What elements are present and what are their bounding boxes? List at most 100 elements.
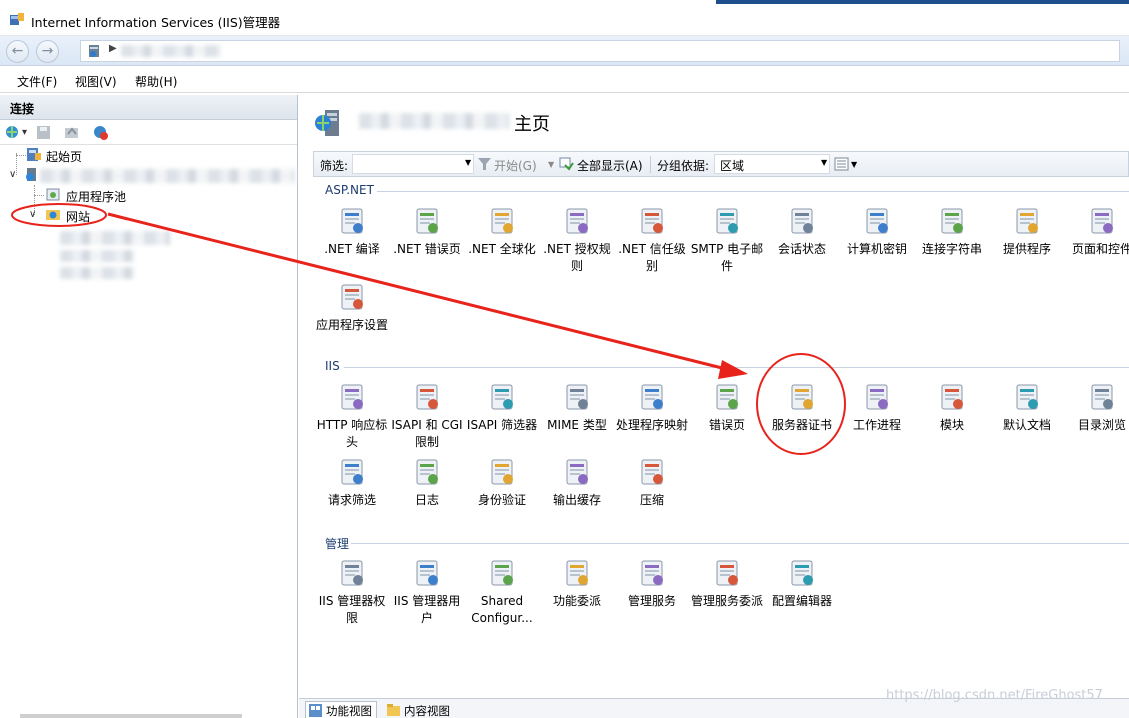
tree-app-pools[interactable]: 应用程序池: [66, 188, 126, 205]
tree-sites[interactable]: 网站: [66, 208, 90, 225]
go-dropdown-icon[interactable]: ▼: [548, 160, 554, 169]
feature-item[interactable]: 模块: [914, 381, 990, 434]
address-chevron-icon[interactable]: ▶: [109, 43, 117, 54]
left-horizontal-scrollbar[interactable]: [20, 714, 242, 718]
group-header[interactable]: 管理: [325, 535, 349, 552]
funnel-icon: [478, 158, 491, 170]
show-all-button[interactable]: 全部显示(A): [577, 157, 643, 174]
show-all-icon: [559, 157, 574, 171]
features-view-icon: [309, 704, 322, 717]
feature-item[interactable]: 功能委派: [539, 557, 615, 610]
feature-item[interactable]: MIME 类型: [539, 381, 615, 434]
group-header[interactable]: IIS: [325, 359, 340, 373]
menu-view[interactable]: 视图(V): [75, 73, 117, 90]
server-name-redacted: [40, 169, 295, 183]
site-name-redacted: [60, 231, 170, 245]
view-mode-icon[interactable]: [834, 157, 849, 171]
feature-item[interactable]: .NET 错误页: [389, 205, 465, 258]
navigation-bar: ← → ▶: [0, 36, 1129, 66]
feature-label: MIME 类型: [547, 418, 607, 432]
back-button[interactable]: ←: [6, 40, 29, 63]
feature-label: .NET 信任级别: [618, 242, 686, 273]
feature-item[interactable]: 压缩: [614, 456, 690, 509]
feature-item[interactable]: 服务器证书: [764, 381, 840, 434]
feature-item[interactable]: 目录浏览: [1064, 381, 1129, 434]
feature-item[interactable]: 应用程序设置: [314, 281, 390, 334]
menu-bar: 文件(F) 视图(V) 帮助(H): [0, 66, 1129, 93]
address-redacted: [121, 45, 221, 57]
go-button[interactable]: 开始(G): [494, 157, 537, 174]
feature-item[interactable]: ISAPI 筛选器: [464, 381, 540, 434]
feature-item[interactable]: .NET 全球化: [464, 205, 540, 258]
server-expander-icon[interactable]: ∨: [9, 169, 16, 180]
server-icon: [26, 168, 36, 181]
forward-button[interactable]: →: [36, 40, 59, 63]
sites-expander-icon[interactable]: ∨: [29, 209, 36, 220]
connect-globe-icon[interactable]: [5, 125, 20, 140]
address-bar[interactable]: ▶: [80, 40, 1120, 62]
feature-item[interactable]: 处理程序映射: [614, 381, 690, 434]
tab-features-view[interactable]: 功能视图: [305, 701, 377, 718]
feature-item[interactable]: ISAPI 和 CGI 限制: [389, 381, 465, 451]
feature-label: 会话状态: [777, 242, 826, 256]
feature-item[interactable]: .NET 授权规则: [539, 205, 615, 275]
feature-item[interactable]: SMTP 电子邮件: [689, 205, 765, 275]
feature-item[interactable]: 身份验证: [464, 456, 540, 509]
group-by-select[interactable]: 区域 ▼: [714, 154, 830, 174]
content-view-icon: [387, 704, 400, 716]
feature-item[interactable]: 请求筛选: [314, 456, 390, 509]
connect-dropdown-icon[interactable]: ▾: [22, 127, 27, 138]
worker-processes-icon: [866, 384, 888, 410]
feature-item[interactable]: 配置编辑器: [764, 557, 840, 610]
feature-item[interactable]: 工作进程: [839, 381, 915, 434]
view-mode-dropdown-icon[interactable]: ▼: [851, 160, 857, 169]
feature-item[interactable]: 默认文档: [989, 381, 1065, 434]
app-settings-icon: [341, 284, 363, 310]
feature-item[interactable]: IIS 管理器用户: [389, 557, 465, 627]
net-error-pages-icon: [416, 208, 438, 234]
main-header: 主页: [299, 95, 1129, 147]
feature-item[interactable]: 会话状态: [764, 205, 840, 258]
feature-item[interactable]: 提供程序: [989, 205, 1065, 258]
menu-help[interactable]: 帮助(H): [135, 73, 177, 90]
feature-label: SMTP 电子邮件: [690, 242, 764, 273]
menu-file[interactable]: 文件(F): [17, 73, 57, 90]
net-trust-icon: [641, 208, 663, 234]
group-header[interactable]: ASP.NET: [325, 183, 374, 197]
machine-key-icon: [866, 208, 888, 234]
iis-manager-permissions-icon: [341, 560, 363, 586]
feature-label: 计算机密钥: [846, 242, 907, 256]
feature-item[interactable]: 计算机密钥: [839, 205, 915, 258]
feature-label: 请求筛选: [327, 493, 376, 507]
feature-item[interactable]: IIS 管理器权限: [314, 557, 390, 627]
save-icon[interactable]: [36, 125, 51, 140]
filter-dropdown-icon[interactable]: ▼: [465, 158, 471, 167]
request-filtering-icon: [341, 459, 363, 485]
filter-input[interactable]: ▼: [352, 154, 474, 174]
feature-item[interactable]: 管理服务: [614, 557, 690, 610]
connections-header: 连接: [0, 95, 297, 120]
connections-pane: 连接 ▾ 起始页 ∨ 应用程序池 ∨ 网站: [0, 95, 298, 718]
server-node-icon: [89, 45, 99, 57]
feature-item[interactable]: 管理服务委派: [689, 557, 765, 610]
feature-item[interactable]: .NET 信任级别: [614, 205, 690, 275]
feature-item[interactable]: 输出缓存: [539, 456, 615, 509]
feature-item[interactable]: HTTP 响应标头: [314, 381, 390, 451]
tree-start-page[interactable]: 起始页: [46, 148, 82, 165]
site-name-redacted: [60, 267, 135, 279]
feature-item[interactable]: 错误页: [689, 381, 765, 434]
tab-content-view[interactable]: 内容视图: [383, 701, 455, 718]
net-authorization-icon: [566, 208, 588, 234]
up-level-icon[interactable]: [64, 125, 79, 140]
feature-label: 应用程序设置: [315, 318, 388, 332]
handler-mappings-icon: [641, 384, 663, 410]
feature-item[interactable]: Shared Configur...: [464, 557, 540, 627]
feature-label: IIS 管理器用户: [393, 594, 461, 625]
connections-toolbar: ▾: [0, 120, 297, 145]
feature-item[interactable]: 页面和控件: [1064, 205, 1129, 258]
disconnect-icon[interactable]: [93, 125, 108, 140]
feature-item[interactable]: .NET 编译: [314, 205, 390, 258]
group-by-dropdown-icon[interactable]: ▼: [821, 158, 827, 167]
feature-item[interactable]: 连接字符串: [914, 205, 990, 258]
feature-item[interactable]: 日志: [389, 456, 465, 509]
